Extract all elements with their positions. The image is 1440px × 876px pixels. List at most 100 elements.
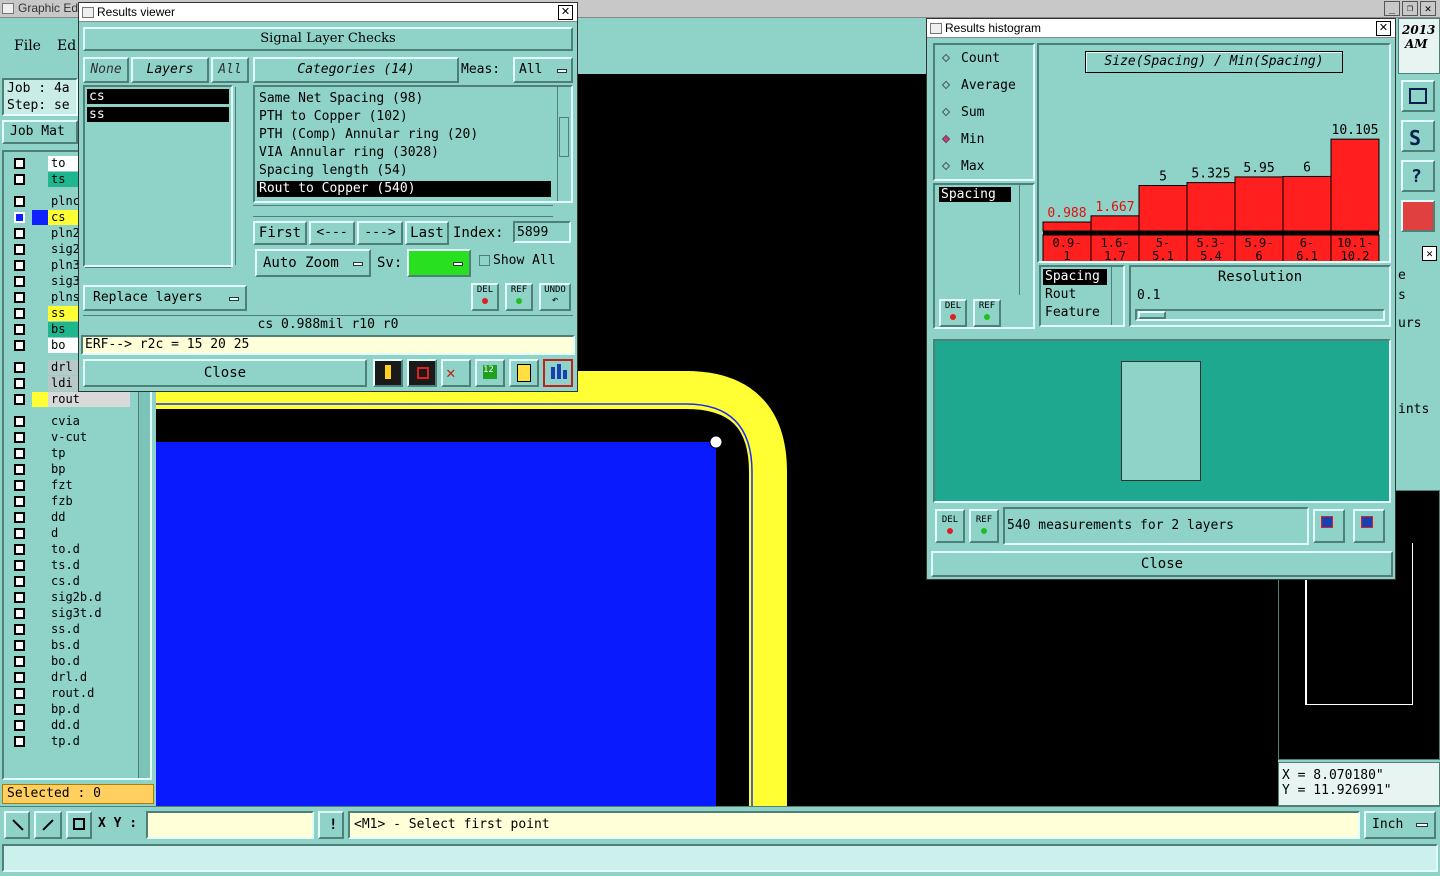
preview-del-button[interactable]: DEL xyxy=(935,509,965,543)
layer-row-tp.d[interactable]: tp.d xyxy=(10,734,130,749)
layer-name[interactable]: drl.d xyxy=(48,670,130,685)
layer-color-swatch[interactable] xyxy=(32,558,48,573)
layers-button[interactable]: Layers xyxy=(131,57,209,83)
layer-name[interactable]: tp xyxy=(48,446,130,461)
job-matrix-button[interactable]: Job Mat xyxy=(2,120,78,144)
mode-radio-average[interactable]: Average xyxy=(937,76,1029,96)
ref-button[interactable]: REF xyxy=(505,283,533,311)
layer-checkbox[interactable] xyxy=(14,378,25,389)
layer-color-swatch[interactable] xyxy=(32,242,48,257)
tool-help-icon[interactable]: ? xyxy=(1401,160,1435,192)
layer-name[interactable]: bp xyxy=(48,462,130,477)
measure-item[interactable]: Spacing xyxy=(1043,269,1107,285)
layer-name[interactable]: to.d xyxy=(48,542,130,557)
draw-angle-icon[interactable] xyxy=(34,811,62,839)
layer-checkbox[interactable] xyxy=(14,672,25,683)
layer-color-swatch[interactable] xyxy=(32,414,48,429)
measure-item[interactable]: Feature xyxy=(1043,305,1100,321)
category-item[interactable]: PTH to Copper (102) xyxy=(257,109,551,125)
layer-name[interactable]: rout.d xyxy=(48,686,130,701)
layer-color-swatch[interactable] xyxy=(32,734,48,749)
layer-row-ts.d[interactable]: ts.d xyxy=(10,558,130,573)
mode-radio-count[interactable]: Count xyxy=(937,49,1029,69)
close-icon[interactable]: ✕ xyxy=(558,5,573,20)
layer-checkbox[interactable] xyxy=(14,228,25,239)
maximize-icon[interactable]: ❐ xyxy=(1402,1,1418,16)
layer-name[interactable]: bp.d xyxy=(48,702,130,717)
layer-color-swatch[interactable] xyxy=(32,322,48,337)
clear-ref-icon[interactable]: ✕ xyxy=(441,359,471,387)
layer-color-swatch[interactable] xyxy=(32,542,48,557)
layer-filter-item[interactable]: cs xyxy=(87,89,229,104)
layer-color-swatch[interactable] xyxy=(32,226,48,241)
category-hscroll[interactable] xyxy=(253,205,553,217)
highlight-icon[interactable] xyxy=(373,359,403,387)
layer-color-swatch[interactable] xyxy=(32,360,48,375)
layer-filter-item[interactable]: ss xyxy=(87,107,229,122)
del-button[interactable]: DEL xyxy=(471,283,499,311)
tool-measure-icon[interactable] xyxy=(1401,200,1435,232)
layer-color-swatch[interactable] xyxy=(32,638,48,653)
layer-row-dd[interactable]: dd xyxy=(10,510,130,525)
layer-row-fzb[interactable]: fzb xyxy=(10,494,130,509)
layer-color-swatch[interactable] xyxy=(32,622,48,637)
import-icon[interactable] xyxy=(1353,509,1385,543)
layer-name[interactable]: fzb xyxy=(48,494,130,509)
layer-row-rout.d[interactable]: rout.d xyxy=(10,686,130,701)
layer-color-swatch[interactable] xyxy=(32,274,48,289)
layer-checkbox[interactable] xyxy=(14,244,25,255)
layer-name[interactable]: dd.d xyxy=(48,718,130,733)
layer-color-swatch[interactable] xyxy=(32,430,48,445)
histogram-list-ref[interactable]: REF xyxy=(973,299,1001,327)
severity-dropdown[interactable] xyxy=(407,249,471,277)
info-icon[interactable]: ! xyxy=(318,811,344,839)
layer-checkbox[interactable] xyxy=(14,528,25,539)
close-button[interactable]: Close xyxy=(83,359,367,387)
histogram-list-del[interactable]: DEL xyxy=(939,299,967,327)
layer-checkbox[interactable] xyxy=(14,640,25,651)
category-item[interactable]: VIA Annular ring (3028) xyxy=(257,145,551,161)
layer-checkbox[interactable] xyxy=(14,362,25,373)
layer-row-bp.d[interactable]: bp.d xyxy=(10,702,130,717)
layer-row-bp[interactable]: bp xyxy=(10,462,130,477)
category-item[interactable]: Same Net Spacing (98) xyxy=(257,91,551,107)
scroll-thumb[interactable] xyxy=(559,117,569,157)
layer-checkbox[interactable] xyxy=(14,308,25,319)
layer-row-bs.d[interactable]: bs.d xyxy=(10,638,130,653)
layer-row-to.d[interactable]: to.d xyxy=(10,542,130,557)
layer-name[interactable]: fzt xyxy=(48,478,130,493)
layer-color-swatch[interactable] xyxy=(32,172,48,187)
layer-checkbox[interactable] xyxy=(14,560,25,571)
layer-row-rout[interactable]: rout xyxy=(10,392,130,407)
count-icon[interactable]: 12 xyxy=(475,359,505,387)
category-item[interactable]: Spacing length (54) xyxy=(257,163,551,179)
category-vscroll[interactable] xyxy=(557,87,571,201)
main-close-icon[interactable]: ✕ xyxy=(1420,1,1436,16)
minimize-icon[interactable]: _ xyxy=(1384,1,1400,16)
layer-row-drl.d[interactable]: drl.d xyxy=(10,670,130,685)
layer-color-swatch[interactable] xyxy=(32,392,48,407)
index-input[interactable] xyxy=(513,221,571,243)
layer-checkbox[interactable] xyxy=(14,496,25,507)
layer-checkbox[interactable] xyxy=(14,260,25,271)
slider-thumb[interactable] xyxy=(1138,311,1166,319)
layer-color-swatch[interactable] xyxy=(32,718,48,733)
menu-file[interactable]: File xyxy=(14,38,41,54)
layer-filter-list[interactable]: cs ss xyxy=(83,85,236,268)
layer-color-swatch[interactable] xyxy=(32,210,48,225)
layer-checkbox[interactable] xyxy=(14,544,25,555)
layer-row-sig3t.d[interactable]: sig3t.d xyxy=(10,606,130,621)
layer-checkbox[interactable] xyxy=(14,212,25,223)
histogram-chart[interactable]: 0.988 0.9-1 1.667 1.6-1.7 5 5-5.1 5.325 5.3-5.4… xyxy=(1039,45,1389,261)
layer-checkbox[interactable] xyxy=(14,608,25,619)
layer-checkbox[interactable] xyxy=(14,688,25,699)
layer-checkbox[interactable] xyxy=(14,512,25,523)
layer-checkbox[interactable] xyxy=(14,196,25,207)
layer-color-swatch[interactable] xyxy=(32,338,48,353)
layer-color-swatch[interactable] xyxy=(32,258,48,273)
histogram-close-button[interactable]: Close xyxy=(931,551,1393,577)
layer-row-cs.d[interactable]: cs.d xyxy=(10,574,130,589)
layer-color-swatch[interactable] xyxy=(32,606,48,621)
layer-name[interactable]: sig3t.d xyxy=(48,606,130,621)
close-icon[interactable]: ✕ xyxy=(1376,21,1391,36)
